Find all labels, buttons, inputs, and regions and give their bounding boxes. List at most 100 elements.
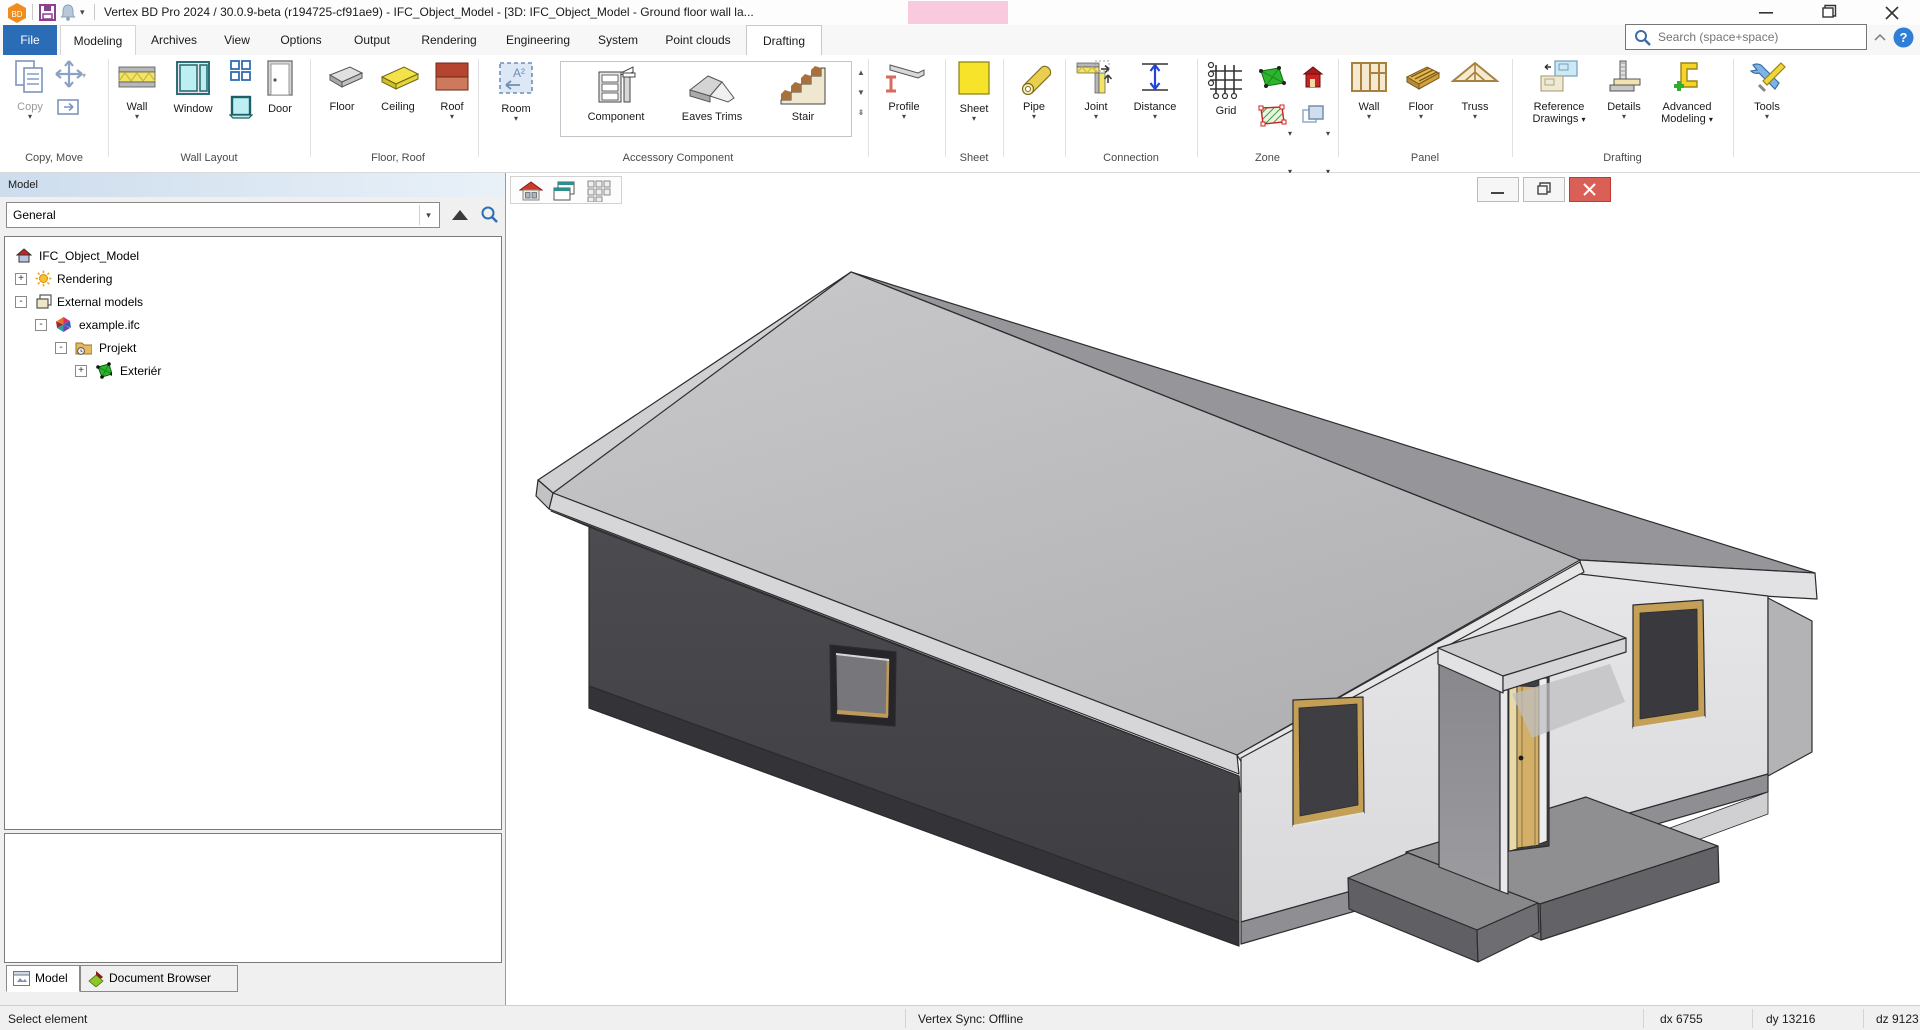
wall-button[interactable]: Wall▾ [114, 59, 160, 121]
ceiling-button[interactable]: Ceiling [370, 59, 426, 113]
collapse-tree-button[interactable] [450, 207, 470, 228]
move-caret[interactable]: ▾ [82, 71, 86, 80]
viewport-minimize-button[interactable] [1477, 177, 1519, 202]
tree-item-example-ifc[interactable]: - example.ifc [5, 314, 495, 336]
save-icon[interactable] [39, 4, 56, 21]
tab-file[interactable]: File [3, 25, 57, 55]
panel-floor-button[interactable]: Floor▾ [1396, 59, 1446, 121]
tab-modeling[interactable]: Modeling [60, 25, 136, 55]
tab-model[interactable]: Model [6, 965, 80, 992]
advanced-modeling-icon [1667, 59, 1707, 95]
zone-overlap-button[interactable] [1298, 103, 1328, 130]
tools-button[interactable]: Tools▾ [1742, 59, 1792, 121]
cascade-windows-icon[interactable] [553, 180, 577, 202]
zone-hatched-button[interactable] [1254, 103, 1290, 130]
window-side[interactable] [830, 645, 896, 726]
door-button[interactable]: Door [258, 59, 302, 115]
close-button[interactable] [1872, 0, 1912, 25]
door-icon [265, 59, 295, 97]
group-label-floor-roof: Floor, Roof [318, 152, 478, 164]
notification-bell-icon[interactable] [60, 4, 76, 21]
floor-button[interactable]: Floor [318, 59, 366, 113]
window-front-right[interactable] [1633, 600, 1705, 728]
expander-plus[interactable]: + [15, 273, 27, 285]
project-folder-icon [75, 339, 92, 356]
quick-access-customize-icon[interactable]: ▾ [80, 7, 85, 18]
search-input[interactable] [1658, 27, 1858, 47]
document-browser-icon [88, 971, 104, 987]
divider [94, 4, 95, 20]
tree-item-root[interactable]: IFC_Object_Model [5, 245, 495, 267]
tab-view[interactable]: View [212, 25, 262, 55]
panel-wall-button[interactable]: Wall▾ [1346, 59, 1392, 121]
eaves-trims-button[interactable]: Eaves Trims [669, 64, 755, 123]
profile-icon [880, 59, 928, 95]
viewport-3d[interactable] [507, 173, 1920, 1005]
grid-button[interactable]: Grid [1204, 59, 1248, 117]
tab-options[interactable]: Options [266, 25, 336, 55]
zone-polygon-button[interactable] [1254, 65, 1290, 92]
tab-document-browser[interactable]: Document Browser [80, 965, 238, 992]
gallery-scroll[interactable]: ▲▼⇟ [854, 63, 868, 123]
copy-button[interactable]: Copy▾ [8, 59, 52, 121]
truss-button[interactable]: Truss▾ [1450, 59, 1500, 121]
copy-to-drawing-button[interactable] [54, 97, 84, 120]
zone-building-button[interactable] [1298, 65, 1328, 92]
porch-column-edge [1500, 677, 1508, 894]
minimize-button[interactable] [1746, 0, 1786, 25]
tree-item-rendering[interactable]: + Rendering [5, 268, 495, 290]
tab-engineering[interactable]: Engineering [494, 25, 582, 55]
zone-polygon-caret[interactable]: ▾ [1288, 129, 1292, 138]
search-box[interactable] [1625, 24, 1867, 50]
details-icon [1604, 59, 1644, 95]
tree-item-external-models[interactable]: - External models [5, 291, 495, 313]
viewport-close-button[interactable] [1569, 177, 1611, 202]
sheet-button[interactable]: Sheet▾ [950, 59, 998, 123]
window-grid-button[interactable] [228, 59, 254, 86]
expander-minus[interactable]: - [55, 342, 67, 354]
profile-button[interactable]: Profile▾ [876, 59, 932, 121]
pipe-button[interactable]: Pipe▾ [1010, 59, 1058, 121]
expander-minus[interactable]: - [35, 319, 47, 331]
roof-icon [432, 59, 472, 95]
joint-button[interactable]: Joint▾ [1072, 59, 1120, 121]
tree-item-projekt[interactable]: - Projekt [5, 337, 495, 359]
room-button[interactable]: A² Room▾ [488, 59, 544, 123]
window-front-left[interactable] [1293, 697, 1364, 826]
model-tree[interactable]: IFC_Object_Model + Rendering - External … [4, 236, 502, 830]
tab-system[interactable]: System [586, 25, 650, 55]
help-icon[interactable]: ? [1893, 27, 1914, 48]
tab-output[interactable]: Output [340, 25, 404, 55]
tree-item-exterier[interactable]: + Exteriér [5, 360, 495, 382]
restore-button[interactable] [1808, 0, 1848, 25]
move-button[interactable] [52, 59, 86, 92]
svg-text:?: ? [1900, 30, 1908, 45]
viewport-restore-button[interactable] [1523, 177, 1565, 202]
window-button[interactable]: Window [162, 59, 224, 115]
tab-point-clouds[interactable]: Point clouds [654, 25, 742, 55]
wall-icon [117, 59, 157, 95]
zone-building-caret[interactable]: ▾ [1326, 129, 1330, 138]
combo-dropdown-icon[interactable]: ▾ [419, 205, 437, 225]
tree-search-button[interactable] [480, 205, 500, 230]
advanced-modeling-button[interactable]: AdvancedModeling ▾ [1652, 59, 1722, 126]
stair-button[interactable]: Stair [761, 64, 845, 123]
filter-combobox[interactable]: General ▾ [6, 202, 440, 228]
expander-plus[interactable]: + [75, 365, 87, 377]
sheet-icon [954, 59, 994, 97]
tab-drafting[interactable]: Drafting [746, 25, 822, 55]
window-elevation-button[interactable] [228, 95, 254, 122]
collapse-ribbon-icon[interactable] [1873, 33, 1887, 43]
component-button[interactable]: Component [571, 64, 661, 123]
reference-drawings-button[interactable]: ReferenceDrawings ▾ [1520, 59, 1598, 126]
home-view-icon[interactable] [519, 180, 543, 202]
tile-windows-icon[interactable] [587, 180, 613, 202]
expander-minus[interactable]: - [15, 296, 27, 308]
distance-button[interactable]: Distance▾ [1124, 59, 1186, 121]
tab-rendering[interactable]: Rendering [408, 25, 490, 55]
panel-wall-icon [1349, 59, 1389, 95]
tab-archives[interactable]: Archives [140, 25, 208, 55]
roof-button[interactable]: Roof▾ [430, 59, 474, 121]
zone-hatched-icon [1257, 103, 1287, 127]
details-button[interactable]: Details▾ [1600, 59, 1648, 121]
